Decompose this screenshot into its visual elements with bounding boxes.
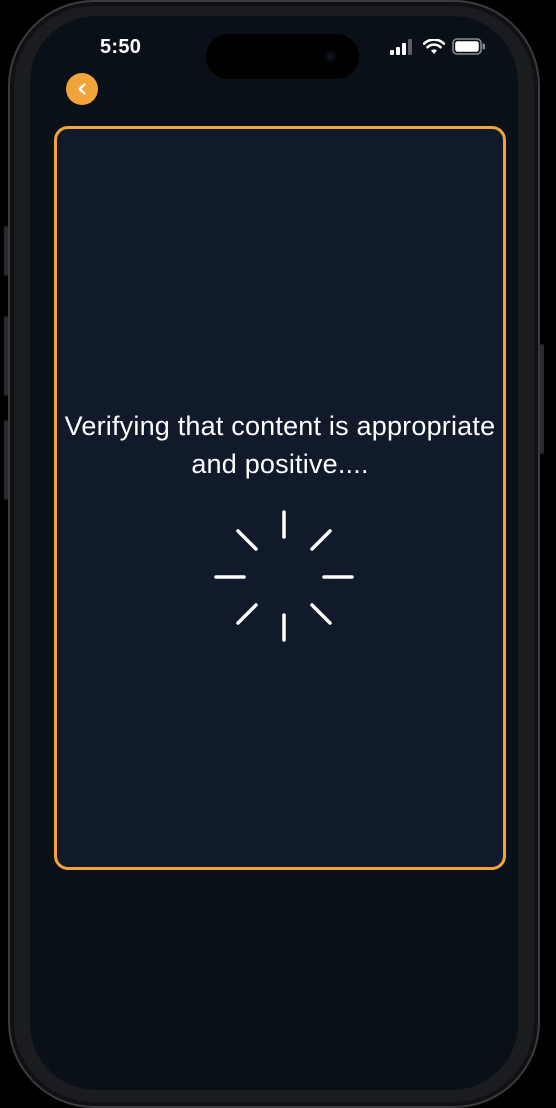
- power-button: [540, 344, 544, 454]
- volume-up-button: [4, 316, 8, 396]
- chevron-left-icon: [78, 83, 86, 95]
- status-icons: [390, 38, 486, 55]
- verification-card: Verifying that content is appropriate an…: [54, 126, 506, 870]
- phone-frame: 5:50 Verifying that content is appropria…: [4, 0, 544, 1108]
- dynamic-island: [206, 34, 359, 79]
- back-button[interactable]: [66, 73, 98, 105]
- verification-message: Verifying that content is appropriate an…: [64, 411, 496, 479]
- volume-down-button: [4, 420, 8, 500]
- silent-switch: [4, 226, 8, 276]
- status-time: 5:50: [100, 36, 142, 58]
- battery-icon: [452, 38, 485, 55]
- loading-spinner-icon: [214, 510, 354, 642]
- camera-icon: [324, 50, 337, 63]
- wifi-icon: [423, 38, 445, 54]
- screen: 5:50 Verifying that content is appropria…: [30, 16, 518, 1090]
- signal-icon: [390, 38, 412, 55]
